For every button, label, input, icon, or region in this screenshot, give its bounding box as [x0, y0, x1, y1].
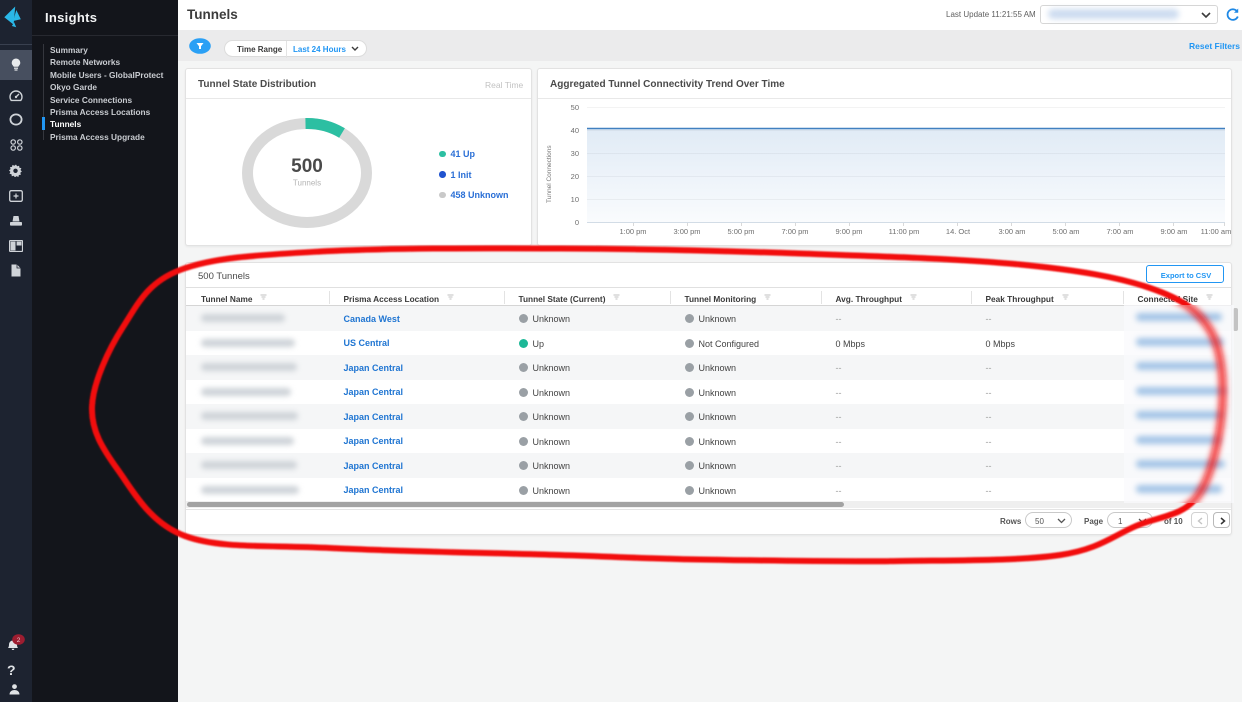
svg-text:11:00 am: 11:00 am	[1201, 227, 1232, 236]
svg-text:14. Oct: 14. Oct	[946, 227, 971, 236]
svg-text:50: 50	[571, 103, 579, 112]
svg-text:10: 10	[571, 195, 579, 204]
svg-text:500: 500	[291, 156, 323, 177]
svg-text:7:00 pm: 7:00 pm	[781, 227, 808, 236]
svg-text:5:00 am: 5:00 am	[1052, 227, 1079, 236]
svg-text:Tunnels: Tunnels	[293, 179, 321, 188]
svg-text:3:00 am: 3:00 am	[998, 227, 1025, 236]
svg-text:5:00 pm: 5:00 pm	[727, 227, 754, 236]
svg-text:1:00 pm: 1:00 pm	[619, 227, 646, 236]
svg-text:11:00 pm: 11:00 pm	[889, 227, 920, 236]
svg-text:20: 20	[571, 172, 579, 181]
svg-text:9:00 am: 9:00 am	[1160, 227, 1187, 236]
svg-text:30: 30	[571, 149, 579, 158]
svg-text:0: 0	[575, 218, 579, 227]
svg-text:3:00 pm: 3:00 pm	[673, 227, 700, 236]
svg-text:7:00 am: 7:00 am	[1106, 227, 1133, 236]
svg-text:9:00 pm: 9:00 pm	[835, 227, 862, 236]
svg-text:2: 2	[17, 637, 21, 644]
svg-text:40: 40	[571, 126, 579, 135]
